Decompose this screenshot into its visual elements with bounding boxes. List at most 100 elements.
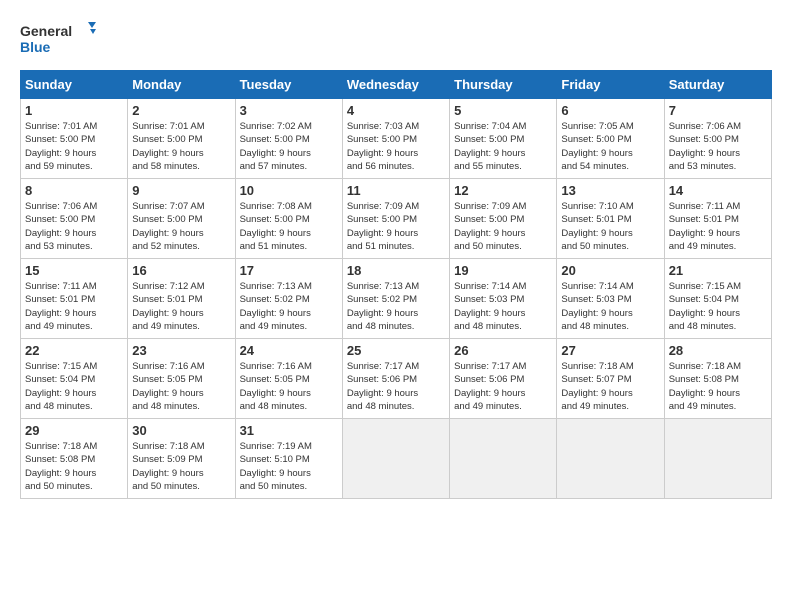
day-number: 5 xyxy=(454,103,552,118)
calendar-cell: 2Sunrise: 7:01 AMSunset: 5:00 PMDaylight… xyxy=(128,99,235,179)
day-number: 20 xyxy=(561,263,659,278)
day-number: 9 xyxy=(132,183,230,198)
day-info: Sunrise: 7:19 AMSunset: 5:10 PMDaylight:… xyxy=(240,440,338,493)
day-info: Sunrise: 7:03 AMSunset: 5:00 PMDaylight:… xyxy=(347,120,445,173)
calendar-cell: 20 Sunrise: 7:14 AMSunset: 5:03 PMDayligh… xyxy=(557,259,664,339)
day-info: Sunrise: 7:16 AMSunset: 5:05 PMDaylight:… xyxy=(132,360,230,413)
calendar-cell: 26 Sunrise: 7:17 AMSunset: 5:06 PMDayligh… xyxy=(450,339,557,419)
day-number: 8 xyxy=(25,183,123,198)
calendar-cell: 14 Sunrise: 7:11 AMSunset: 5:01 PMDayligh… xyxy=(664,179,771,259)
day-info: Sunrise: 7:08 AMSunset: 5:00 PMDaylight:… xyxy=(240,200,338,253)
page-header: General Blue xyxy=(20,20,772,60)
day-info: Sunrise: 7:18 AMSunset: 5:09 PMDaylight:… xyxy=(132,440,230,493)
calendar-cell: 3 Sunrise: 7:02 AMSunset: 5:00 PMDaylight… xyxy=(235,99,342,179)
day-number: 24 xyxy=(240,343,338,358)
day-info: Sunrise: 7:09 AMSunset: 5:00 PMDaylight:… xyxy=(454,200,552,253)
calendar-cell: 22Sunrise: 7:15 AMSunset: 5:04 PMDayligh… xyxy=(21,339,128,419)
header-day-monday: Monday xyxy=(128,71,235,99)
calendar-cell: 10 Sunrise: 7:08 AMSunset: 5:00 PMDayligh… xyxy=(235,179,342,259)
day-number: 30 xyxy=(132,423,230,438)
calendar-cell: 16 Sunrise: 7:12 AMSunset: 5:01 PMDayligh… xyxy=(128,259,235,339)
week-row-3: 22Sunrise: 7:15 AMSunset: 5:04 PMDayligh… xyxy=(21,339,772,419)
calendar-cell: 13 Sunrise: 7:10 AMSunset: 5:01 PMDayligh… xyxy=(557,179,664,259)
day-number: 4 xyxy=(347,103,445,118)
calendar-cell: 24 Sunrise: 7:16 AMSunset: 5:05 PMDayligh… xyxy=(235,339,342,419)
day-number: 21 xyxy=(669,263,767,278)
calendar-cell: 11 Sunrise: 7:09 AMSunset: 5:00 PMDayligh… xyxy=(342,179,449,259)
day-info: Sunrise: 7:06 AMSunset: 5:00 PMDaylight:… xyxy=(25,200,123,253)
day-info: Sunrise: 7:18 AMSunset: 5:08 PMDaylight:… xyxy=(25,440,123,493)
header-row: SundayMondayTuesdayWednesdayThursdayFrid… xyxy=(21,71,772,99)
day-info: Sunrise: 7:12 AMSunset: 5:01 PMDaylight:… xyxy=(132,280,230,333)
calendar-cell: 27Sunrise: 7:18 AMSunset: 5:07 PMDayligh… xyxy=(557,339,664,419)
day-info: Sunrise: 7:05 AMSunset: 5:00 PMDaylight:… xyxy=(561,120,659,173)
day-number: 17 xyxy=(240,263,338,278)
header-day-friday: Friday xyxy=(557,71,664,99)
day-info: Sunrise: 7:11 AMSunset: 5:01 PMDaylight:… xyxy=(669,200,767,253)
calendar-cell: 18 Sunrise: 7:13 AMSunset: 5:02 PMDayligh… xyxy=(342,259,449,339)
day-number: 26 xyxy=(454,343,552,358)
calendar-cell: 7 Sunrise: 7:06 AMSunset: 5:00 PMDaylight… xyxy=(664,99,771,179)
logo: General Blue xyxy=(20,20,100,60)
calendar-cell: 6 Sunrise: 7:05 AMSunset: 5:00 PMDaylight… xyxy=(557,99,664,179)
day-number: 3 xyxy=(240,103,338,118)
svg-text:Blue: Blue xyxy=(20,39,51,55)
calendar-cell: 28 Sunrise: 7:18 AMSunset: 5:08 PMDayligh… xyxy=(664,339,771,419)
day-info: Sunrise: 7:06 AMSunset: 5:00 PMDaylight:… xyxy=(669,120,767,173)
day-number: 2 xyxy=(132,103,230,118)
calendar-cell: 8 Sunrise: 7:06 AMSunset: 5:00 PMDaylight… xyxy=(21,179,128,259)
day-number: 31 xyxy=(240,423,338,438)
calendar-cell: 9Sunrise: 7:07 AMSunset: 5:00 PMDaylight… xyxy=(128,179,235,259)
day-info: Sunrise: 7:16 AMSunset: 5:05 PMDaylight:… xyxy=(240,360,338,413)
day-number: 10 xyxy=(240,183,338,198)
week-row-0: 1 Sunrise: 7:01 AMSunset: 5:00 PMDaylight… xyxy=(21,99,772,179)
day-number: 14 xyxy=(669,183,767,198)
day-number: 16 xyxy=(132,263,230,278)
calendar-cell: 17 Sunrise: 7:13 AMSunset: 5:02 PMDayligh… xyxy=(235,259,342,339)
calendar-cell: 4 Sunrise: 7:03 AMSunset: 5:00 PMDaylight… xyxy=(342,99,449,179)
logo-svg: General Blue xyxy=(20,20,100,60)
header-day-sunday: Sunday xyxy=(21,71,128,99)
calendar-cell xyxy=(450,419,557,499)
day-info: Sunrise: 7:11 AMSunset: 5:01 PMDaylight:… xyxy=(25,280,123,333)
day-number: 13 xyxy=(561,183,659,198)
calendar-cell: 15 Sunrise: 7:11 AMSunset: 5:01 PMDayligh… xyxy=(21,259,128,339)
day-info: Sunrise: 7:10 AMSunset: 5:01 PMDaylight:… xyxy=(561,200,659,253)
day-number: 23 xyxy=(132,343,230,358)
day-info: Sunrise: 7:13 AMSunset: 5:02 PMDaylight:… xyxy=(240,280,338,333)
day-number: 18 xyxy=(347,263,445,278)
day-info: Sunrise: 7:04 AMSunset: 5:00 PMDaylight:… xyxy=(454,120,552,173)
day-number: 27 xyxy=(561,343,659,358)
day-info: Sunrise: 7:02 AMSunset: 5:00 PMDaylight:… xyxy=(240,120,338,173)
day-info: Sunrise: 7:17 AMSunset: 5:06 PMDaylight:… xyxy=(454,360,552,413)
day-number: 29 xyxy=(25,423,123,438)
day-number: 1 xyxy=(25,103,123,118)
calendar-cell: 12Sunrise: 7:09 AMSunset: 5:00 PMDayligh… xyxy=(450,179,557,259)
day-info: Sunrise: 7:14 AMSunset: 5:03 PMDaylight:… xyxy=(561,280,659,333)
day-info: Sunrise: 7:13 AMSunset: 5:02 PMDaylight:… xyxy=(347,280,445,333)
calendar-cell xyxy=(342,419,449,499)
day-number: 19 xyxy=(454,263,552,278)
calendar-cell xyxy=(557,419,664,499)
header-day-saturday: Saturday xyxy=(664,71,771,99)
day-number: 11 xyxy=(347,183,445,198)
calendar-cell: 29 Sunrise: 7:18 AMSunset: 5:08 PMDayligh… xyxy=(21,419,128,499)
calendar-cell: 5 Sunrise: 7:04 AMSunset: 5:00 PMDaylight… xyxy=(450,99,557,179)
day-info: Sunrise: 7:17 AMSunset: 5:06 PMDaylight:… xyxy=(347,360,445,413)
day-info: Sunrise: 7:09 AMSunset: 5:00 PMDaylight:… xyxy=(347,200,445,253)
day-number: 15 xyxy=(25,263,123,278)
day-number: 7 xyxy=(669,103,767,118)
day-info: Sunrise: 7:15 AMSunset: 5:04 PMDaylight:… xyxy=(25,360,123,413)
day-info: Sunrise: 7:18 AMSunset: 5:08 PMDaylight:… xyxy=(669,360,767,413)
calendar-cell: 1 Sunrise: 7:01 AMSunset: 5:00 PMDaylight… xyxy=(21,99,128,179)
day-number: 6 xyxy=(561,103,659,118)
calendar-cell: 21Sunrise: 7:15 AMSunset: 5:04 PMDayligh… xyxy=(664,259,771,339)
svg-text:General: General xyxy=(20,23,72,39)
week-row-1: 8 Sunrise: 7:06 AMSunset: 5:00 PMDaylight… xyxy=(21,179,772,259)
week-row-2: 15 Sunrise: 7:11 AMSunset: 5:01 PMDayligh… xyxy=(21,259,772,339)
day-info: Sunrise: 7:01 AMSunset: 5:00 PMDaylight:… xyxy=(25,120,123,173)
header-day-thursday: Thursday xyxy=(450,71,557,99)
calendar-cell: 30 Sunrise: 7:18 AMSunset: 5:09 PMDayligh… xyxy=(128,419,235,499)
day-number: 28 xyxy=(669,343,767,358)
day-info: Sunrise: 7:14 AMSunset: 5:03 PMDaylight:… xyxy=(454,280,552,333)
